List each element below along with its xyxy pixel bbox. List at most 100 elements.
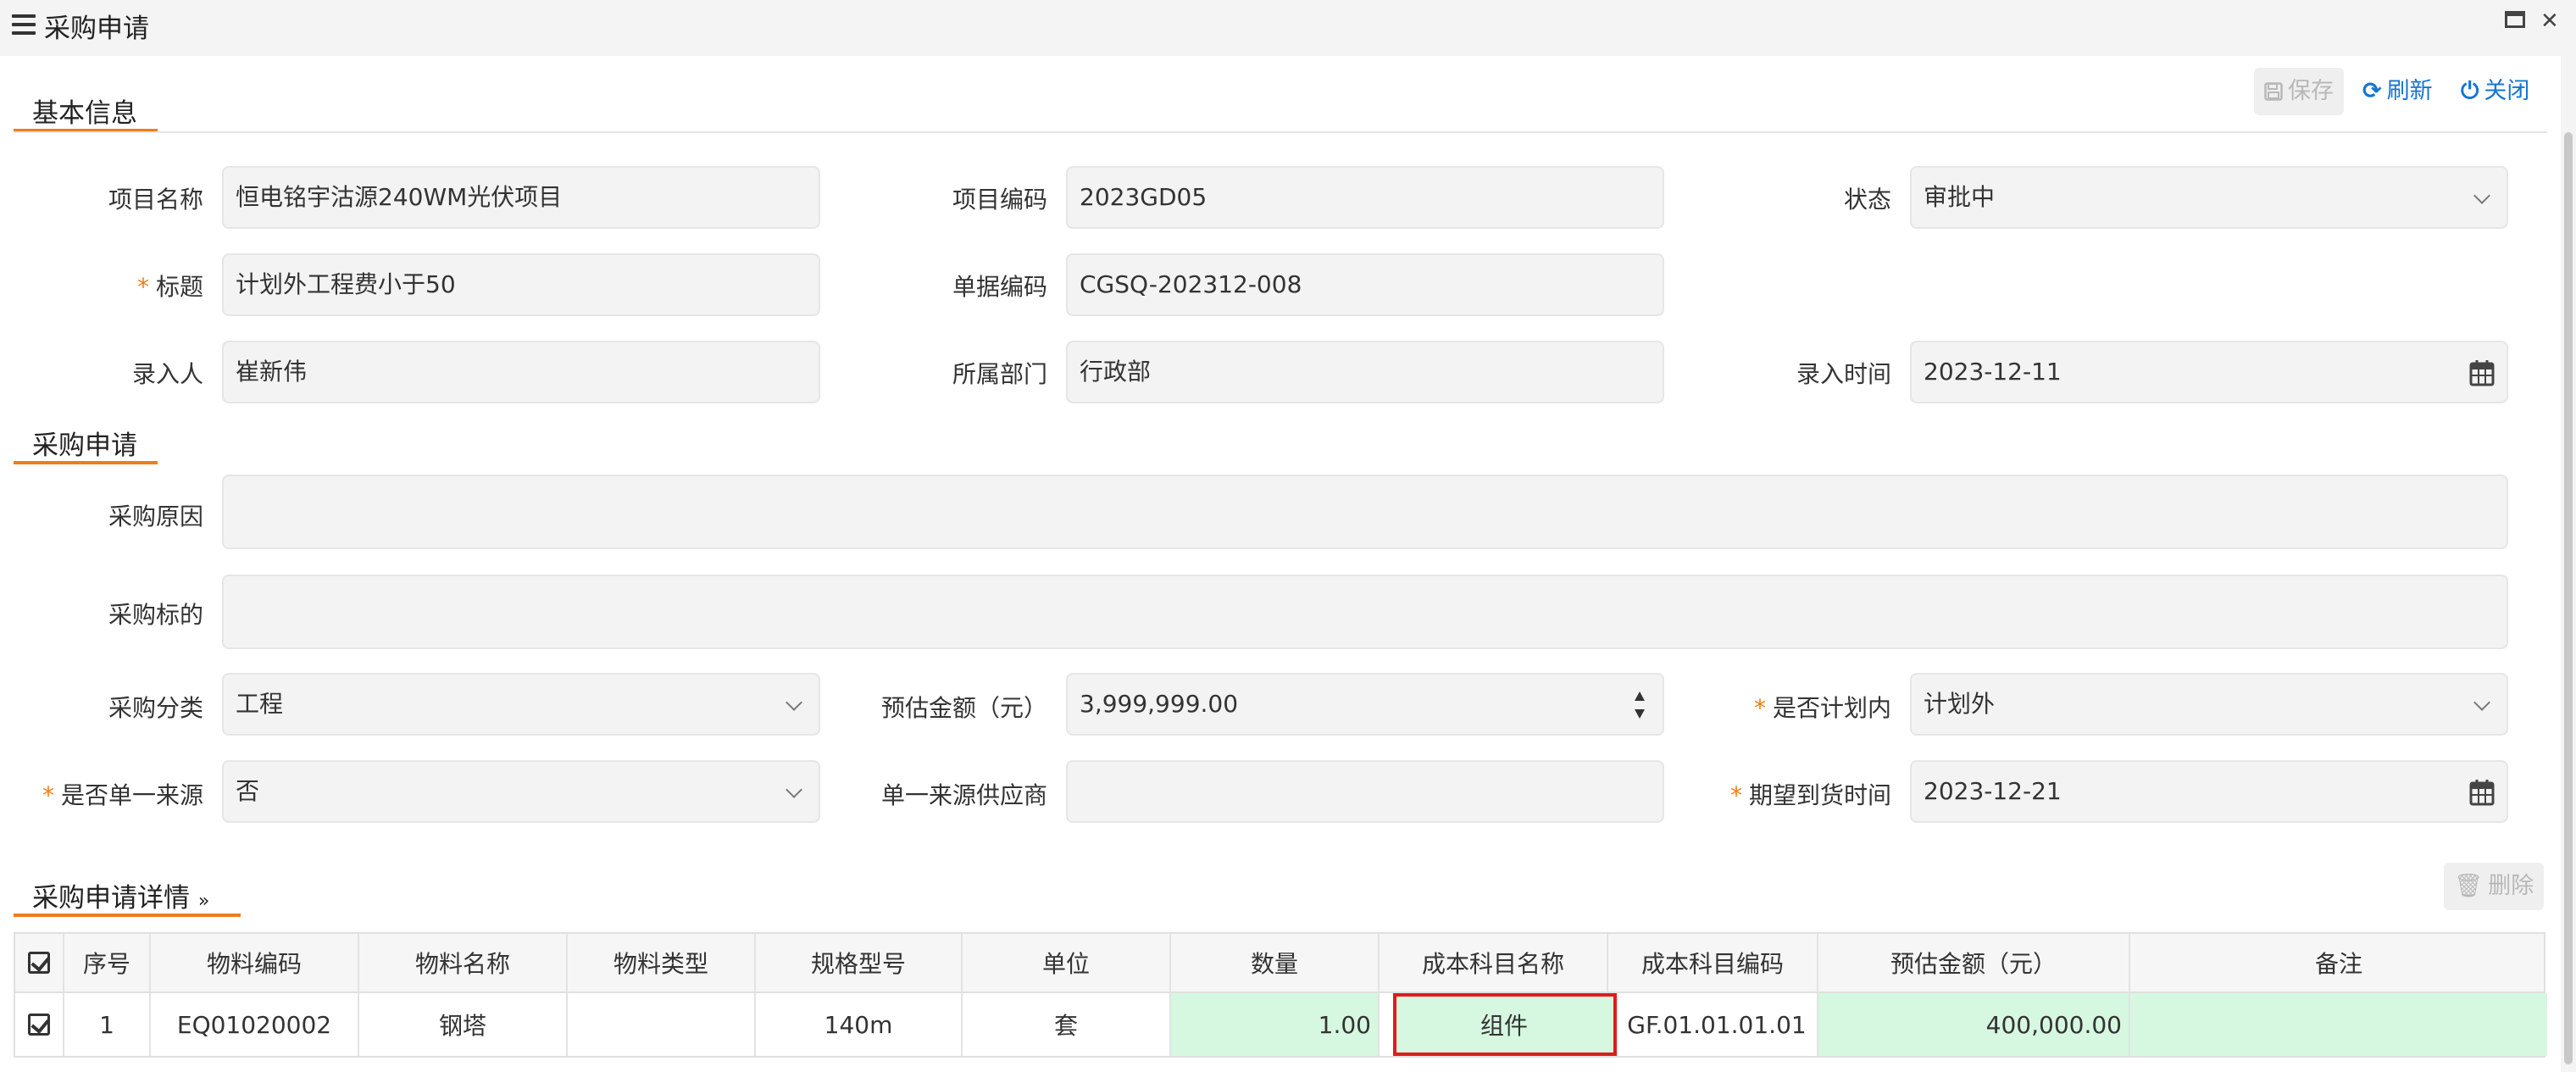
title-field[interactable]: 计划外工程费小于50 [222,253,820,316]
in-plan-value: 计划外 [1924,690,1996,718]
target-label: 采购标的 [108,601,203,629]
expected-arrival-value: 2023-12-21 [1924,777,2062,805]
expected-arrival-label-text: 期望到货时间 [1748,781,1891,809]
close-label: 关闭 [2484,78,2530,104]
trash-icon: 🗑 [2454,873,2484,899]
cell-spec[interactable]: 140m [756,993,963,1056]
cell-index[interactable]: 1 [64,993,151,1056]
status-select[interactable]: 审批中 [1910,166,2508,229]
section-detail-title-text: 采购申请详情 [32,883,190,914]
cell-cost-name[interactable]: 组件 [1393,993,1617,1056]
status-label: 状态 [1843,186,1891,214]
department-label: 所属部门 [952,360,1047,388]
column-header[interactable]: 单位 [963,934,1171,991]
column-header[interactable]: 物料名称 [359,934,568,991]
doc-code-field[interactable]: CGSQ-202312-008 [1066,253,1664,316]
required-marker: * [1729,781,1742,809]
column-header[interactable]: 预估金额（元） [1818,934,2130,991]
section-purchase-title: 采购申请 [32,430,137,461]
in-plan-select[interactable]: 计划外 [1910,673,2508,736]
cell-material-type[interactable] [568,993,756,1056]
save-label: 保存 [2288,78,2334,104]
required-marker: * [136,273,149,301]
menu-icon[interactable] [12,14,36,35]
reason-textarea[interactable] [222,475,2508,549]
delete-label: 删除 [2488,873,2534,899]
in-plan-label: * 是否计划内 [1754,690,1891,724]
category-select[interactable]: 工程 [222,673,820,736]
cell-material-name[interactable]: 钢塔 [359,993,568,1056]
entered-by-label: 录入人 [131,360,203,388]
status-value: 审批中 [1924,183,1996,211]
scrollbar-thumb[interactable] [2564,132,2573,1064]
doc-code-label: 单据编码 [952,273,1047,301]
detail-grid: 序号 物料编码 物料名称 物料类型 规格型号 单位 数量 成本科目名称 成本科目… [14,932,2547,1058]
single-supplier-field[interactable] [1066,760,1664,823]
chevron-down-icon [2473,694,2490,711]
project-name-field[interactable]: 恒电铭宇沽源240WM光伏项目 [222,166,820,229]
table-row[interactable]: 1 EQ01020002 钢塔 140m 套 1.00 组件 GF.01.01.… [14,993,2547,1058]
select-all-checkbox[interactable] [15,934,64,991]
expected-arrival-label: * 期望到货时间 [1730,777,1891,811]
entry-time-value: 2023-12-11 [1924,358,2062,386]
column-header[interactable]: 物料编码 [151,934,359,991]
checkbox-icon [28,1014,50,1036]
calendar-icon[interactable] [2469,779,2495,806]
estimated-amount-field[interactable]: 3,999,999.00 [1066,673,1664,736]
cell-material-code[interactable]: EQ01020002 [151,993,359,1056]
column-header[interactable]: 备注 [2130,934,2547,991]
column-header[interactable]: 数量 [1171,934,1380,991]
expected-arrival-field[interactable]: 2023-12-21 [1910,760,2508,823]
cell-unit[interactable]: 套 [963,993,1171,1056]
cell-amount[interactable]: 400,000.00 [1818,993,2130,1056]
section-detail[interactable]: 采购申请详情 » [14,861,241,917]
project-code-label: 项目编码 [952,186,1047,214]
single-source-select[interactable]: 否 [222,760,820,823]
save-icon [2264,82,2283,101]
estimated-amount-value: 3,999,999.00 [1080,690,1239,718]
section-basic-info: 基本信息 [14,76,158,132]
category-label: 采购分类 [108,694,203,722]
chevron-down-icon [786,694,802,711]
required-marker: * [42,781,54,809]
cell-remark[interactable] [2130,993,2547,1056]
save-button[interactable]: 保存 [2254,68,2344,115]
in-plan-label-text: 是否计划内 [1772,694,1891,722]
close-icon[interactable]: ✕ [2540,8,2559,34]
required-marker: * [1753,694,1766,722]
target-textarea[interactable] [222,575,2508,649]
single-supplier-label: 单一来源供应商 [880,781,1047,809]
entry-time-label: 录入时间 [1796,360,1891,388]
cell-quantity[interactable]: 1.00 [1171,993,1380,1056]
project-code-field[interactable]: 2023GD05 [1066,166,1664,229]
column-header[interactable]: 序号 [64,934,151,991]
delete-button[interactable]: 🗑 删除 [2444,863,2545,910]
entered-by-field[interactable]: 崔新伟 [222,341,820,403]
single-source-label-text: 是否单一来源 [60,781,203,809]
section-purchase: 采购申请 [14,408,158,464]
row-checkbox[interactable] [15,993,64,1056]
checkbox-icon [28,952,50,974]
title-label-text: 标题 [155,273,203,301]
chevron-down-icon [786,781,802,798]
cell-cost-code[interactable]: GF.01.01.01.01 [1617,993,1818,1056]
chevron-double-down-icon[interactable]: » [198,891,209,912]
spinner-icon[interactable] [1634,690,1646,720]
calendar-icon[interactable] [2469,359,2495,386]
entry-time-field[interactable]: 2023-12-11 [1910,341,2508,403]
close-button[interactable]: ⏻ 关闭 [2451,68,2540,115]
refresh-button[interactable]: ⟳ 刷新 [2352,68,2443,115]
refresh-label: 刷新 [2386,78,2433,104]
grid-header: 序号 物料编码 物料名称 物料类型 规格型号 单位 数量 成本科目名称 成本科目… [14,932,2545,993]
maximize-icon[interactable] [2505,11,2525,28]
column-header[interactable]: 规格型号 [756,934,963,991]
power-icon: ⏻ [2461,78,2479,104]
department-field[interactable]: 行政部 [1066,341,1664,403]
column-header[interactable]: 物料类型 [568,934,756,991]
column-header[interactable]: 成本科目名称 [1380,934,1608,991]
estimated-amount-label: 预估金额（元） [880,694,1047,722]
vertical-scrollbar[interactable] [2561,56,2576,1072]
refresh-icon: ⟳ [2362,78,2382,104]
category-value: 工程 [236,690,284,718]
column-header[interactable]: 成本科目编码 [1608,934,1818,991]
